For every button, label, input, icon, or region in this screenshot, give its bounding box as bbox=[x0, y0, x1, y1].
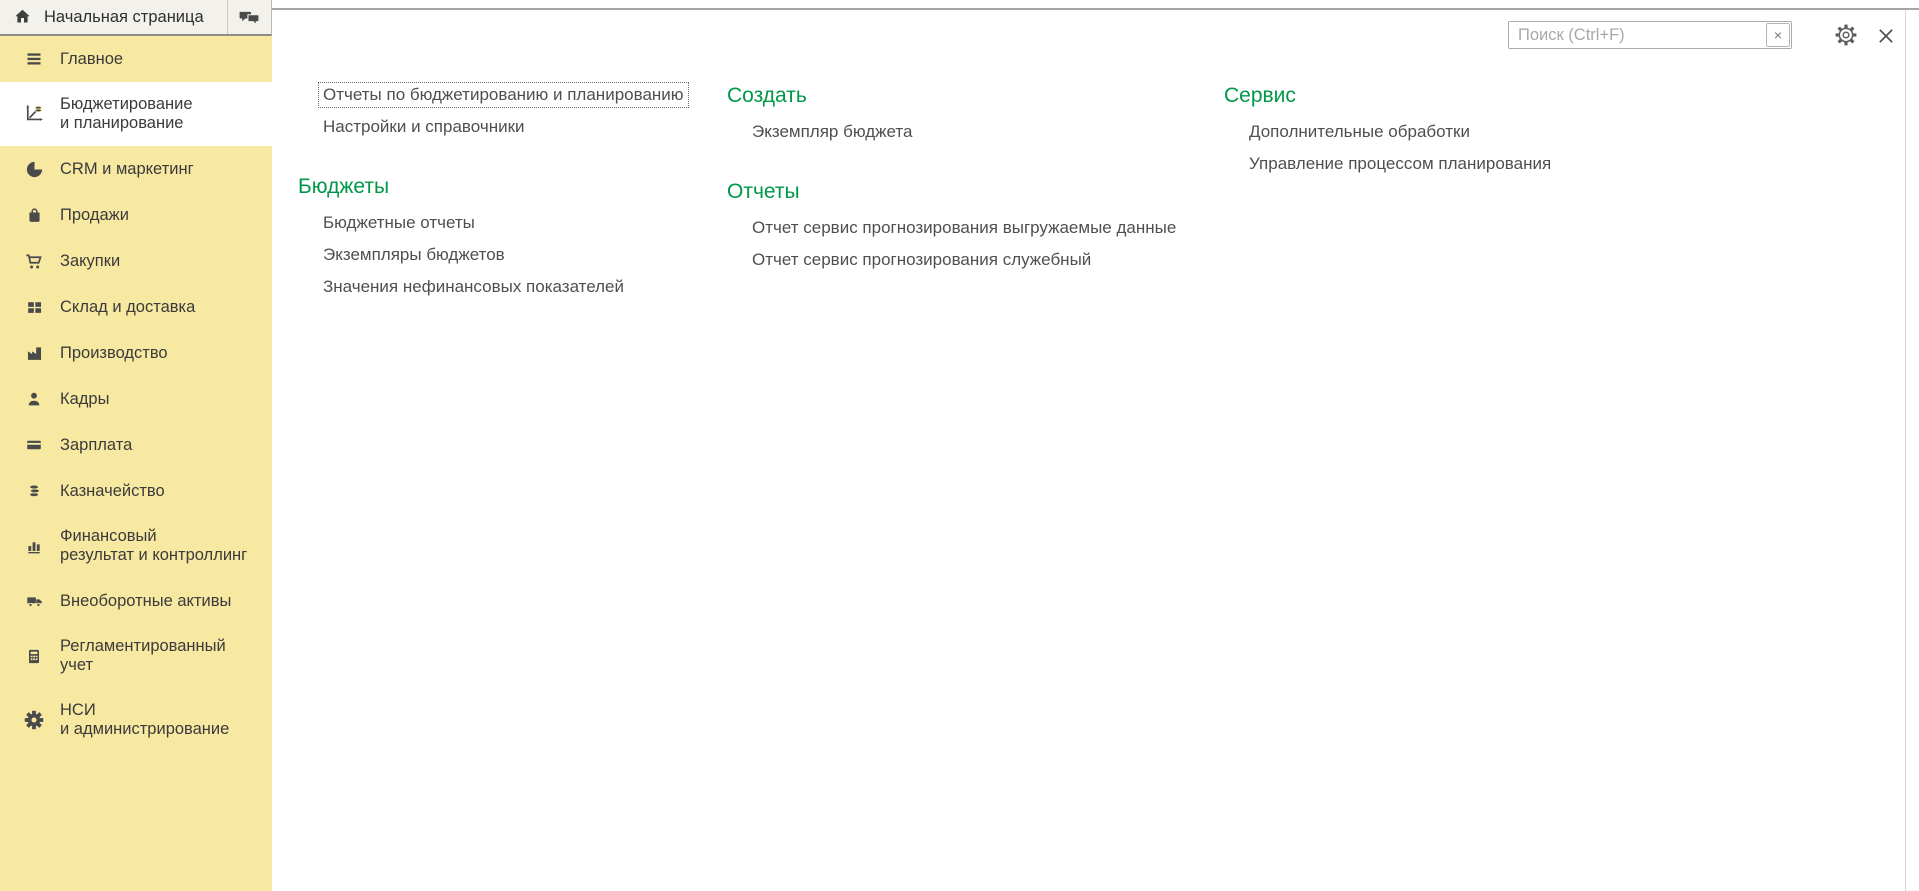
bar-chart-icon bbox=[22, 536, 46, 556]
sidebar-item-label: Главное bbox=[60, 50, 123, 69]
person-icon bbox=[22, 389, 46, 409]
top-tab-bar: Начальная страница bbox=[0, 0, 272, 36]
link-znacheniya-nefinansovykh-pokazateley[interactable]: Значения нефинансовых показателей bbox=[323, 277, 624, 297]
sidebar-item-zarplata[interactable]: Зарплата bbox=[0, 422, 272, 468]
search-clear-button[interactable]: × bbox=[1766, 23, 1790, 47]
credit-card-icon bbox=[22, 435, 46, 455]
truck-icon bbox=[22, 591, 46, 611]
sidebar-item-finrezultat[interactable]: Финансовый результат и контроллинг bbox=[0, 514, 272, 578]
close-panel-button[interactable] bbox=[1873, 23, 1899, 49]
settings-gear-icon bbox=[1834, 23, 1858, 47]
sidebar-item-kadry[interactable]: Кадры bbox=[0, 376, 272, 422]
sidebar-item-label: Кадры bbox=[60, 390, 109, 409]
gear-icon bbox=[22, 710, 46, 730]
sidebar-item-label: Закупки bbox=[60, 252, 120, 271]
sidebar-item-label: Казначейство bbox=[60, 482, 165, 501]
settings-button[interactable] bbox=[1833, 22, 1859, 48]
content-column-1: Отчеты по бюджетированию и планированию … bbox=[298, 79, 689, 303]
link-otchet-vygruzhaemye-dannye[interactable]: Отчет сервис прогнозирования выгружаемые… bbox=[752, 218, 1176, 238]
sidebar-item-reglament[interactable]: Регламентированный учет bbox=[0, 624, 272, 688]
coins-icon bbox=[22, 481, 46, 501]
factory-icon bbox=[22, 343, 46, 363]
sidebar-item-proizvodstvo[interactable]: Производство bbox=[0, 330, 272, 376]
panel-top-border bbox=[272, 8, 1919, 10]
link-dopolnitelnye-obrabotki[interactable]: Дополнительные обработки bbox=[1249, 122, 1470, 142]
shopping-bag-icon bbox=[22, 205, 46, 225]
home-tab[interactable]: Начальная страница bbox=[0, 0, 227, 34]
sidebar-item-kaznacheystvo[interactable]: Казначейство bbox=[0, 468, 272, 514]
pie-chart-icon bbox=[22, 159, 46, 179]
sidebar-item-prodazhi[interactable]: Продажи bbox=[0, 192, 272, 238]
section-title-otchety: Отчеты bbox=[727, 172, 1176, 212]
sidebar-item-label: CRM и маркетинг bbox=[60, 160, 194, 179]
sidebar-item-glavnoe[interactable]: Главное bbox=[0, 36, 272, 82]
sidebar-item-nsi[interactable]: НСИ и администрирование bbox=[0, 688, 272, 752]
chat-icon bbox=[238, 9, 261, 26]
home-tab-label: Начальная страница bbox=[44, 8, 204, 27]
panel-right-border bbox=[1905, 10, 1906, 891]
link-otchety-po-byudzhetirovaniyu[interactable]: Отчеты по бюджетированию и планированию bbox=[318, 82, 689, 108]
sidebar-item-label: Финансовый результат и контроллинг bbox=[60, 527, 247, 565]
sidebar-item-sklad[interactable]: Склад и доставка bbox=[0, 284, 272, 330]
content-column-2: Создать Экземпляр бюджета Отчеты Отчет с… bbox=[727, 76, 1176, 276]
cart-icon bbox=[22, 251, 46, 271]
search-box: × bbox=[1508, 21, 1792, 49]
link-ekzemplyar-byudzheta[interactable]: Экземпляр бюджета bbox=[752, 122, 912, 142]
home-icon bbox=[13, 8, 32, 26]
menu-icon bbox=[22, 49, 46, 69]
sidebar-item-label: Бюджетирование и планирование bbox=[60, 95, 193, 133]
clear-icon: × bbox=[1774, 27, 1782, 43]
section-title-sozdat: Создать bbox=[727, 76, 1176, 116]
calculator-icon bbox=[22, 646, 46, 666]
sidebar-item-label: Регламентированный учет bbox=[60, 637, 226, 675]
link-nastroyki-i-spravochniki[interactable]: Настройки и справочники bbox=[323, 117, 525, 137]
section-title-servis: Сервис bbox=[1224, 76, 1551, 116]
sidebar-item-label: Продажи bbox=[60, 206, 129, 225]
link-byudzhetnye-otchety[interactable]: Бюджетные отчеты bbox=[323, 213, 475, 233]
discussions-button[interactable] bbox=[227, 0, 271, 34]
sidebar-item-vneoborotnye[interactable]: Внеоборотные активы bbox=[0, 578, 272, 624]
close-icon bbox=[1877, 27, 1895, 45]
sidebar-item-budgeting[interactable]: Бюджетирование и планирование bbox=[0, 82, 272, 146]
link-ekzemplyary-byudzhetov[interactable]: Экземпляры бюджетов bbox=[323, 245, 505, 265]
content-column-3: Сервис Дополнительные обработки Управлен… bbox=[1224, 76, 1551, 180]
sidebar-item-label: НСИ и администрирование bbox=[60, 701, 229, 739]
link-upravlenie-protsessom-planirovaniya[interactable]: Управление процессом планирования bbox=[1249, 154, 1551, 174]
app-window: Начальная страница Главное bbox=[0, 0, 1919, 891]
sidebar-item-zakupki[interactable]: Закупки bbox=[0, 238, 272, 284]
sidebar-item-label: Производство bbox=[60, 344, 168, 363]
budget-chart-icon bbox=[22, 104, 46, 124]
search-input[interactable] bbox=[1509, 22, 1791, 48]
section-sidebar: Главное Бюджетирование и планирование bbox=[0, 36, 272, 891]
warehouse-grid-icon bbox=[22, 297, 46, 317]
sidebar-item-label: Зарплата bbox=[60, 436, 132, 455]
sidebar-item-crm[interactable]: CRM и маркетинг bbox=[0, 146, 272, 192]
sidebar-item-label: Внеоборотные активы bbox=[60, 592, 231, 611]
section-title-byudzhety: Бюджеты bbox=[298, 167, 689, 207]
sidebar-item-label: Склад и доставка bbox=[60, 298, 195, 317]
link-otchet-sluzhebnyy[interactable]: Отчет сервис прогнозирования служебный bbox=[752, 250, 1091, 270]
